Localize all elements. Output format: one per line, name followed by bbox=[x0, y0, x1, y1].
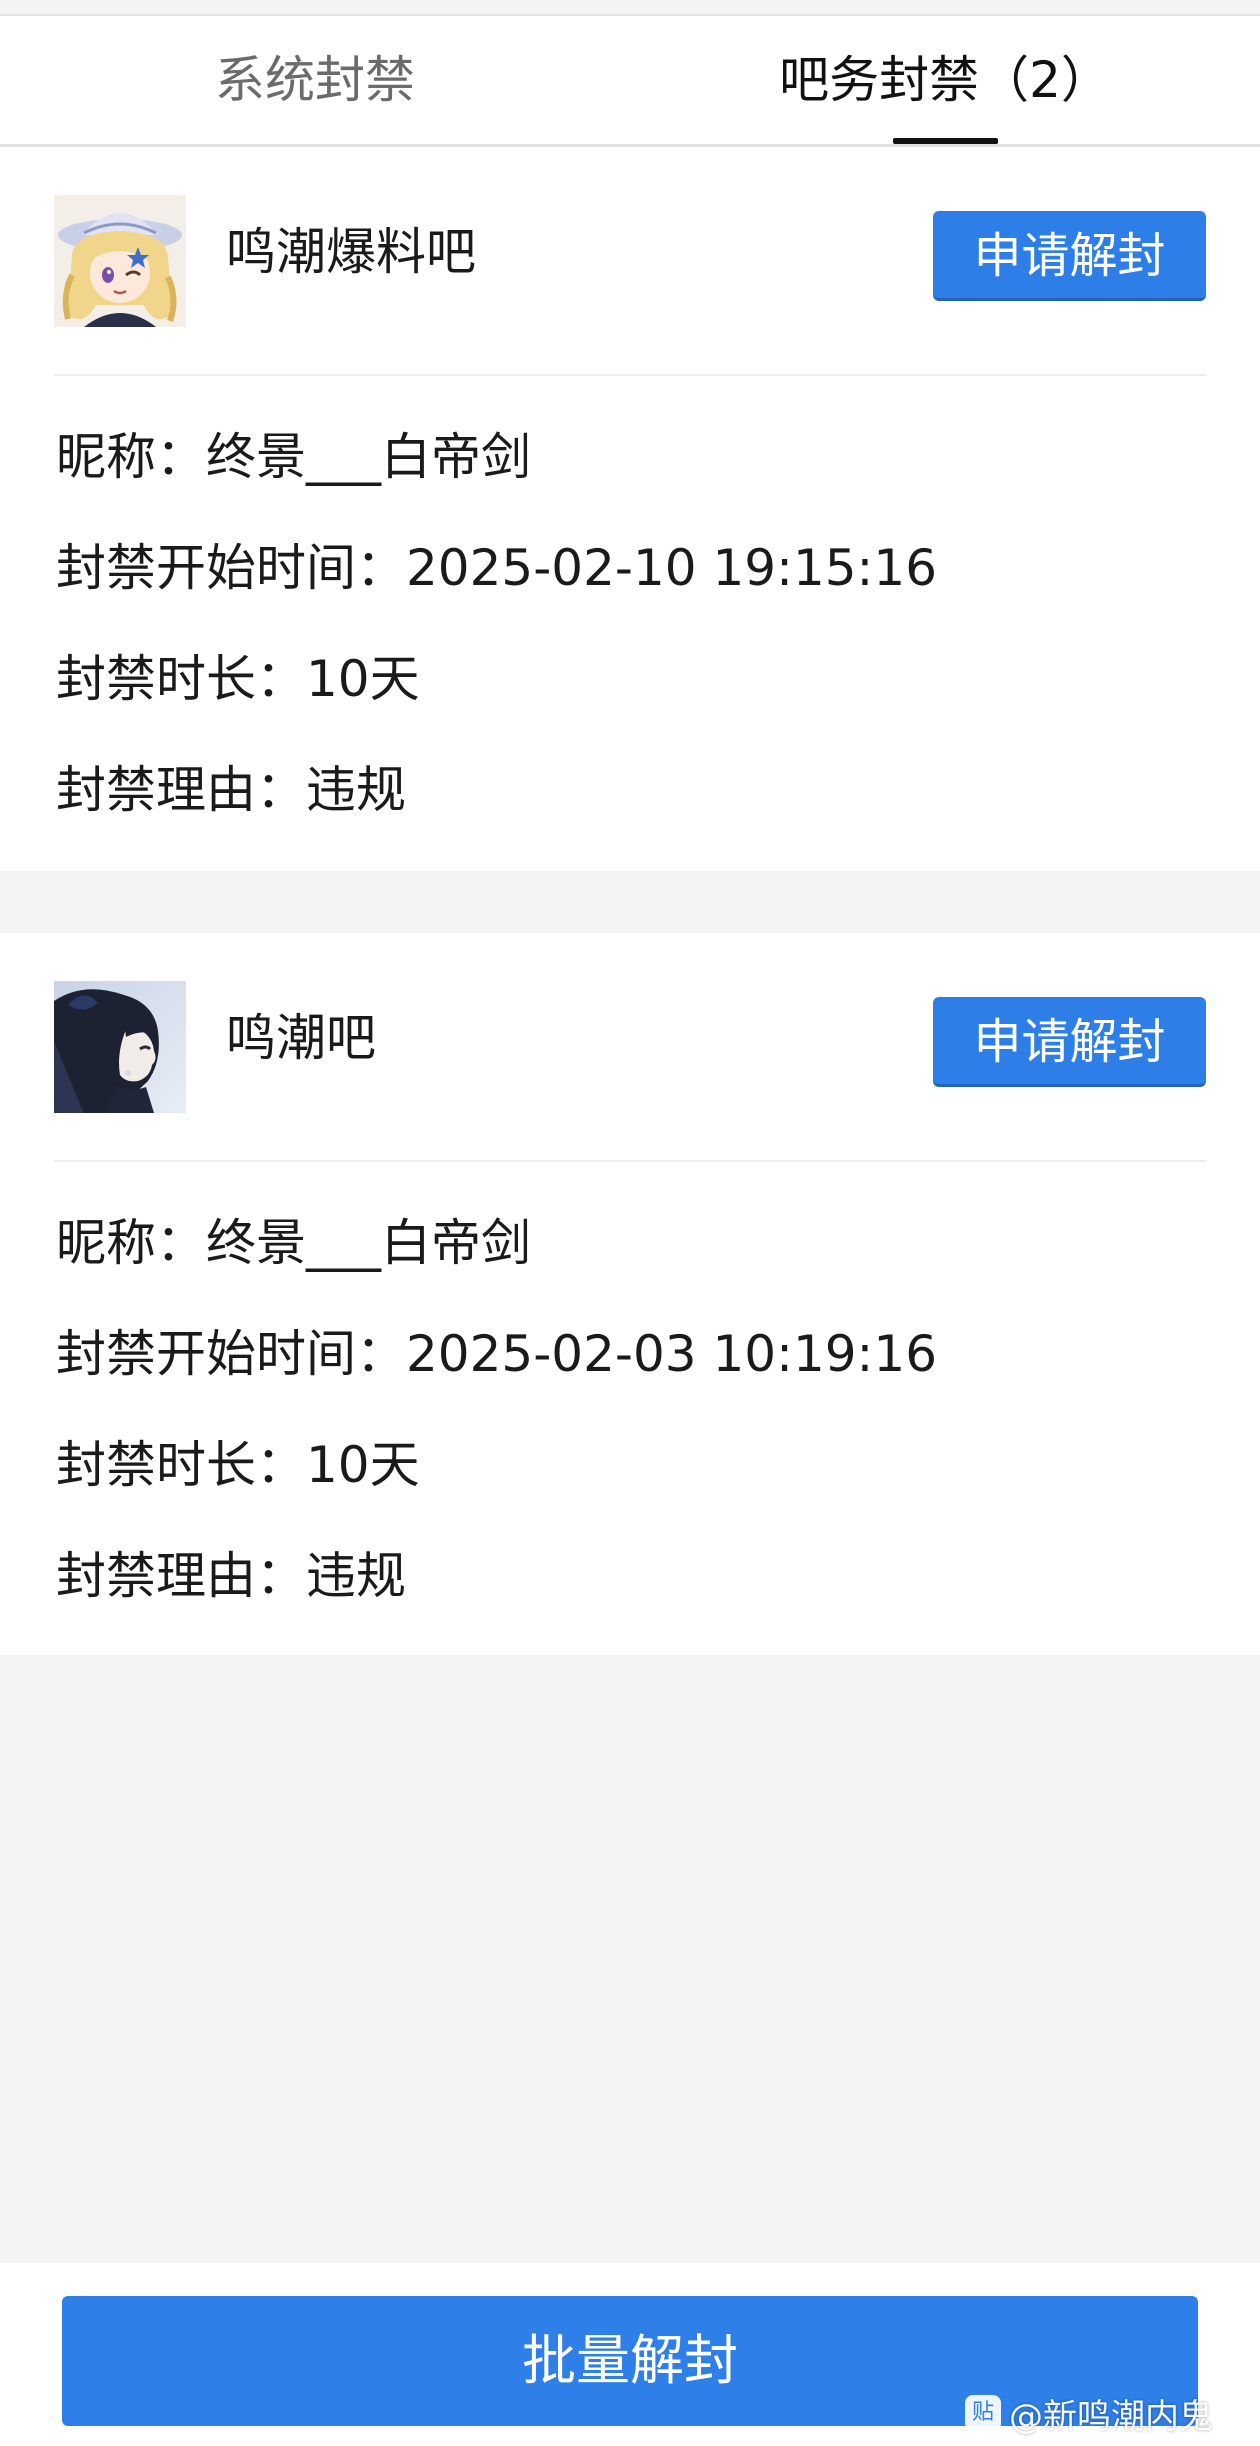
ban-duration-text: 封禁时长：10天 bbox=[56, 650, 420, 708]
divider bbox=[54, 1160, 1206, 1162]
forum-name[interactable]: 鸣潮爆料吧 bbox=[226, 217, 476, 287]
apply-unban-button[interactable]: 申请解封 bbox=[933, 997, 1206, 1087]
nickname-text: 昵称：终景___白帝剑 bbox=[56, 1214, 531, 1272]
ban-reason-text: 封禁理由：违规 bbox=[56, 1547, 406, 1605]
nickname-text: 昵称：终景___白帝剑 bbox=[56, 428, 531, 486]
forum-avatar[interactable] bbox=[54, 195, 186, 327]
tab-system-ban[interactable]: 系统封禁 bbox=[0, 16, 630, 144]
tieba-logo-icon: 贴 bbox=[965, 2395, 1001, 2431]
forum-name[interactable]: 鸣潮吧 bbox=[226, 1003, 376, 1073]
tab-bar: 系统封禁 吧务封禁（2） bbox=[0, 16, 1260, 147]
ban-reason-text: 封禁理由：违规 bbox=[56, 761, 406, 819]
divider bbox=[54, 374, 1206, 376]
tab-forum-ban[interactable]: 吧务封禁（2） bbox=[630, 16, 1260, 144]
status-bar-edge bbox=[0, 0, 1260, 16]
ban-duration-text: 封禁时长：10天 bbox=[56, 1436, 420, 1494]
forum-avatar[interactable] bbox=[54, 981, 186, 1113]
ban-start-time-text: 封禁开始时间：2025-02-10 19:15:16 bbox=[56, 539, 938, 597]
watermark-text: @新鸣潮内鬼 bbox=[1009, 2396, 1213, 2437]
watermark: 贴 @新鸣潮内鬼 bbox=[965, 2391, 1213, 2437]
ban-start-time-text: 封禁开始时间：2025-02-03 10:19:16 bbox=[56, 1325, 938, 1383]
active-tab-indicator bbox=[893, 138, 998, 144]
apply-unban-button[interactable]: 申请解封 bbox=[933, 211, 1206, 301]
ban-card: 鸣潮吧 申请解封 昵称：终景___白帝剑 封禁开始时间：2025-02-03 1… bbox=[0, 933, 1260, 1655]
ban-card: 鸣潮爆料吧 申请解封 昵称：终景___白帝剑 封禁开始时间：2025-02-10… bbox=[0, 147, 1260, 871]
